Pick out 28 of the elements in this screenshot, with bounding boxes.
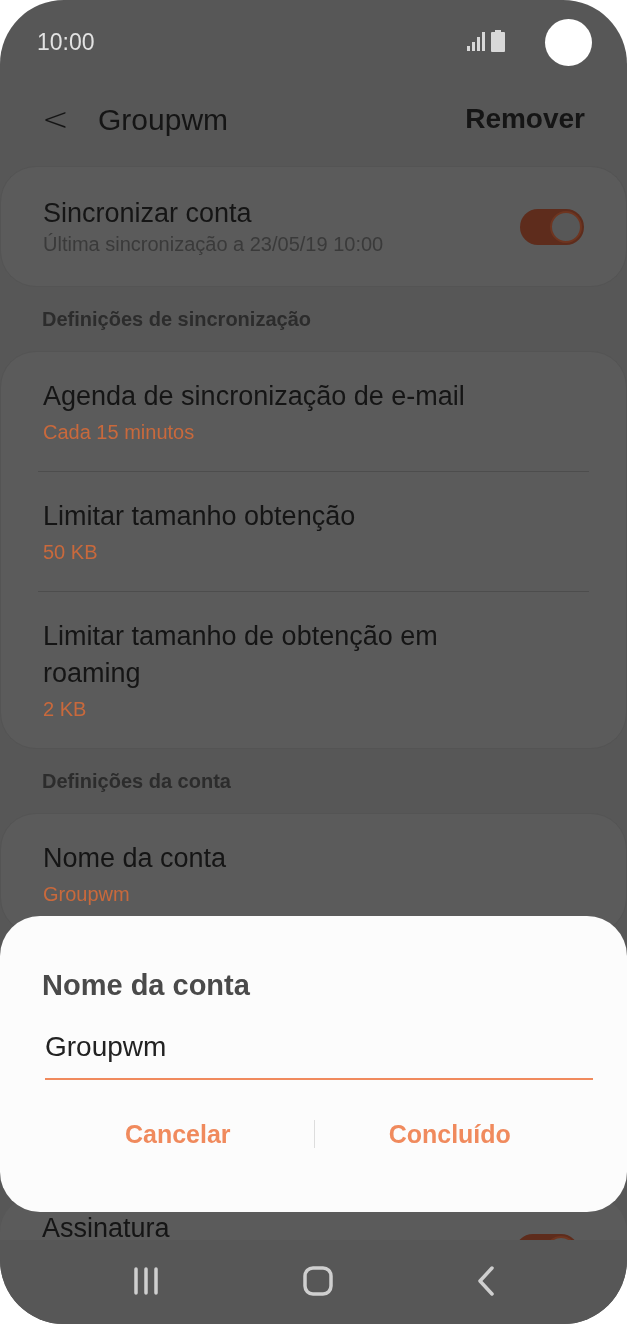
setting-title: Agenda de sincronização de e-mail bbox=[43, 380, 466, 413]
dialog-title: Nome da conta bbox=[42, 968, 251, 1003]
signal-icon bbox=[467, 30, 487, 51]
dialog-button[interactable]: Concluído bbox=[314, 1109, 585, 1159]
setting-row[interactable]: Agenda de sincronização de e-mail Cada 15 minutos bbox=[38, 352, 589, 471]
setting-title: Sincronizar conta bbox=[43, 196, 253, 230]
battery-icon bbox=[491, 29, 505, 52]
recent-apps-icon[interactable] bbox=[131, 1267, 160, 1295]
camera-cutout bbox=[545, 18, 592, 66]
setting-title: Limitar tamanho obtenção bbox=[43, 500, 357, 533]
home-icon[interactable] bbox=[302, 1266, 333, 1296]
setting-value: Groupwm bbox=[43, 882, 131, 907]
setting-value: 2 KB bbox=[43, 697, 88, 722]
setting-value: Cada 15 minutos bbox=[43, 420, 196, 445]
dialog-button[interactable]: Cancelar bbox=[42, 1109, 314, 1159]
back-button[interactable]: < bbox=[42, 95, 72, 143]
setting-value: 50 KB bbox=[43, 540, 99, 565]
setting-row[interactable]: Limitar tamanho obtenção 50 KB bbox=[38, 471, 589, 591]
status-time: 10:00 bbox=[37, 27, 95, 57]
page-title: Groupwm bbox=[98, 101, 229, 138]
toggle-switch[interactable] bbox=[520, 208, 584, 245]
remove-button[interactable]: Remover bbox=[465, 98, 585, 140]
account-name-field[interactable]: Groupwm bbox=[45, 1025, 593, 1080]
back-icon[interactable] bbox=[475, 1266, 496, 1296]
setting-title: Limitar tamanho de obtenção em roaming bbox=[43, 620, 439, 690]
setting-title: Assinatura bbox=[42, 1212, 171, 1240]
setting-row[interactable]: Limitar tamanho de obtenção em roaming 2 KB bbox=[38, 591, 589, 748]
setting-title: Nome da conta bbox=[43, 842, 228, 875]
